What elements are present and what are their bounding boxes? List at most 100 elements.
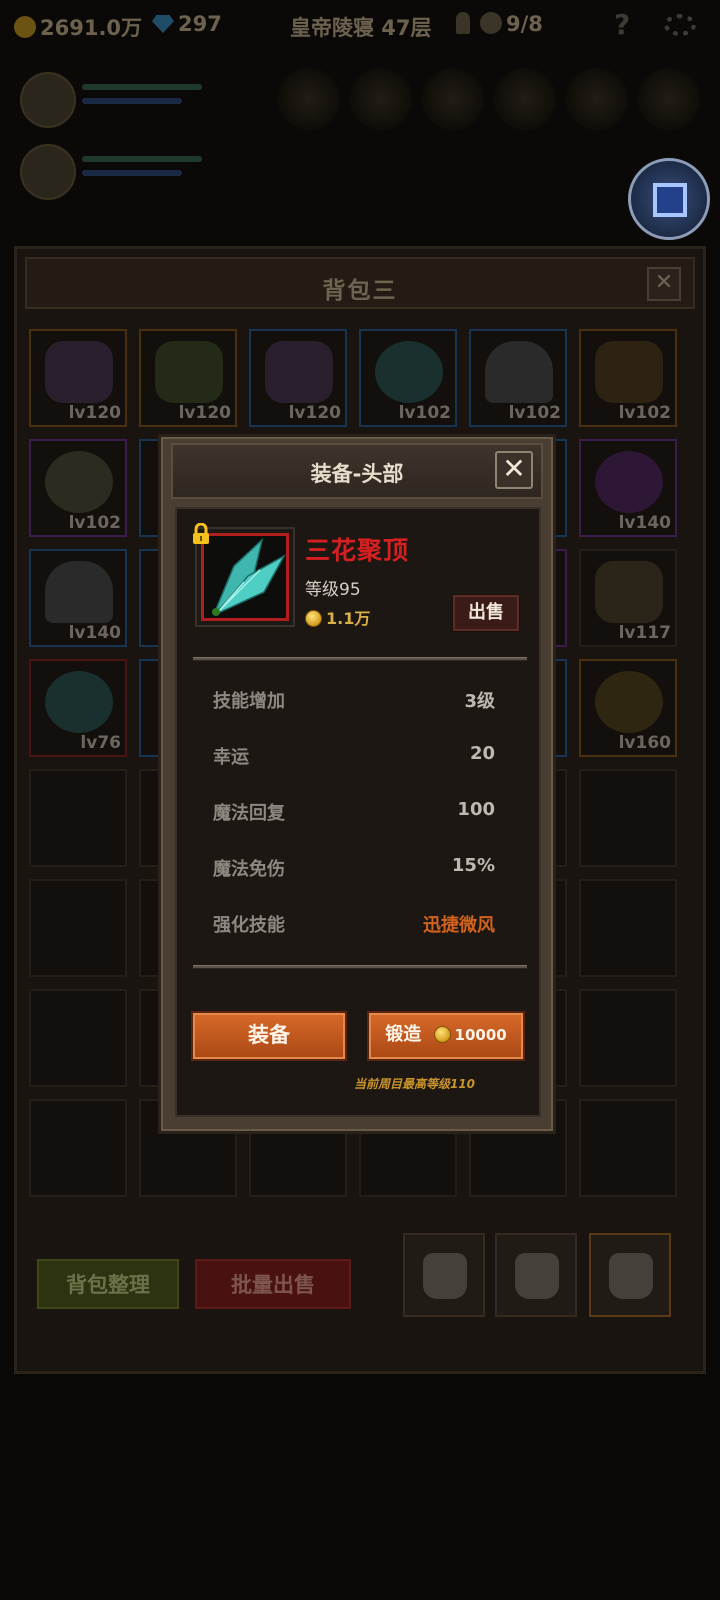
stat-value: 100 <box>457 799 495 820</box>
hero-avatar <box>20 72 76 128</box>
bag-item-cell[interactable]: lv102 <box>579 329 677 427</box>
hero-hp-bar <box>82 156 202 162</box>
bag-tab-2[interactable] <box>495 1233 577 1317</box>
bag-item-cell[interactable]: lv120 <box>249 329 347 427</box>
necklace-icon <box>595 671 663 733</box>
bag-tab-3[interactable] <box>589 1233 671 1317</box>
hero-portrait-2[interactable] <box>20 144 210 204</box>
stat-name: 强化技能 <box>213 915 285 936</box>
dialog-close-button[interactable]: ✕ <box>495 451 533 489</box>
stat-row: 魔法免伤 15% <box>213 855 495 885</box>
item-level: lv120 <box>178 403 231 423</box>
top-status-bar: 2691.0万 297 皇帝陵寝 47层 9/8 ? <box>0 0 720 52</box>
stat-name: 魔法回复 <box>213 803 285 824</box>
hero-portrait-1[interactable] <box>20 72 210 132</box>
gold-coin-icon <box>433 1026 451 1043</box>
item-level: lv102 <box>508 403 561 423</box>
cube-menu-button[interactable] <box>628 158 710 240</box>
hero-avatar <box>20 144 76 200</box>
dialog-body: 三花聚顶 等级95 1.1万 出售 技能增加 3级 幸运 20 魔法回复 100… <box>175 507 541 1117</box>
armor-icon <box>265 341 333 403</box>
equip-slot[interactable] <box>350 68 412 130</box>
empty-bag-cell[interactable] <box>579 769 677 867</box>
ring-icon <box>45 451 113 513</box>
stat-name: 技能增加 <box>213 691 285 712</box>
amulet-icon <box>595 451 663 513</box>
feather-icon <box>595 561 663 623</box>
gem-counter: 297 <box>152 12 222 36</box>
empty-bag-cell[interactable] <box>29 769 127 867</box>
backpack-icon <box>423 1253 467 1299</box>
forge-label: 锻造 <box>385 1024 422 1045</box>
bag-item-cell[interactable]: lv120 <box>139 329 237 427</box>
bag-item-cell[interactable]: lv102 <box>29 439 127 537</box>
empty-bag-cell[interactable] <box>29 1099 127 1197</box>
empty-bag-cell[interactable] <box>579 879 677 977</box>
bag-item-cell[interactable]: lv140 <box>29 549 127 647</box>
gold-coin-icon <box>305 610 322 627</box>
item-level: lv160 <box>618 733 671 753</box>
empty-bag-cell[interactable] <box>579 989 677 1087</box>
bag-item-cell[interactable]: lv102 <box>359 329 457 427</box>
bag-item-cell[interactable]: lv102 <box>469 329 567 427</box>
bag-item-cell[interactable]: lv160 <box>579 659 677 757</box>
forge-button[interactable]: 锻造 10000 <box>367 1011 525 1061</box>
bag-item-cell[interactable]: lv140 <box>579 439 677 537</box>
item-price-value: 1.1万 <box>326 609 371 628</box>
item-level: lv102 <box>618 403 671 423</box>
armor-icon <box>45 341 113 403</box>
bag-close-button[interactable]: ✕ <box>647 267 681 301</box>
empty-bag-cell[interactable] <box>579 1099 677 1197</box>
equip-slot[interactable] <box>638 68 700 130</box>
key-icon <box>456 12 470 34</box>
hero-mp-bar <box>82 98 182 104</box>
sort-bag-button[interactable]: 背包整理 <box>37 1259 179 1309</box>
equip-slot[interactable] <box>422 68 484 130</box>
stat-value: 20 <box>469 743 495 764</box>
dialog-header: 装备-头部 ✕ <box>171 443 543 499</box>
stat-name: 魔法免伤 <box>213 859 285 880</box>
backpack-icon <box>515 1253 559 1299</box>
bag-item-cell[interactable]: lv120 <box>29 329 127 427</box>
equip-slot[interactable] <box>566 68 628 130</box>
stat-row: 强化技能 迅捷微风 <box>213 911 495 941</box>
item-level: lv117 <box>618 623 671 643</box>
equip-slot[interactable] <box>494 68 556 130</box>
gun-icon <box>155 341 223 403</box>
item-sell-price: 1.1万 <box>305 605 370 629</box>
equipment-detail-dialog: 装备-头部 ✕ 三花聚顶 等级95 1.1万 出售 技能增加 3级 幸运 20 … <box>158 434 556 1134</box>
crystal-wing-icon <box>212 537 286 616</box>
item-portrait[interactable] <box>193 523 295 627</box>
stat-row: 幸运 20 <box>213 743 495 773</box>
bag-title-bar: 背包三 ✕ <box>25 257 695 309</box>
bag-tab-1[interactable] <box>403 1233 485 1317</box>
bulk-sell-button[interactable]: 批量出售 <box>195 1259 351 1309</box>
bag-item-cell[interactable]: lv76 <box>29 659 127 757</box>
item-name: 三花聚顶 <box>305 536 410 565</box>
gem-amount: 297 <box>178 12 222 36</box>
sell-button[interactable]: 出售 <box>453 595 519 631</box>
item-level: lv120 <box>288 403 341 423</box>
bag-item-cell[interactable]: lv117 <box>579 549 677 647</box>
lock-icon <box>193 523 209 544</box>
gold-amount: 2691.0万 <box>40 16 143 40</box>
help-button[interactable]: ? <box>614 8 630 41</box>
stat-value: 3级 <box>464 691 495 712</box>
divider <box>193 965 527 969</box>
settings-button[interactable] <box>664 14 696 41</box>
equip-slot[interactable] <box>278 68 340 130</box>
cube-icon <box>653 183 687 217</box>
dungeon-location: 皇帝陵寝 47层 <box>290 16 432 40</box>
stat-row: 技能增加 3级 <box>213 687 495 717</box>
equip-button[interactable]: 装备 <box>191 1011 347 1061</box>
dialog-title: 装备-头部 <box>310 462 404 486</box>
empty-bag-cell[interactable] <box>29 989 127 1087</box>
gold-coin-icon <box>14 16 36 38</box>
gold-counter: 2691.0万 <box>14 12 142 42</box>
bag-title: 背包三 <box>322 278 398 304</box>
item-image-frame <box>201 533 289 621</box>
max-level-note: 当前周目最高等级110 <box>353 1077 475 1091</box>
stat-name: 幸运 <box>213 747 249 768</box>
item-level: lv140 <box>618 513 671 533</box>
empty-bag-cell[interactable] <box>29 879 127 977</box>
